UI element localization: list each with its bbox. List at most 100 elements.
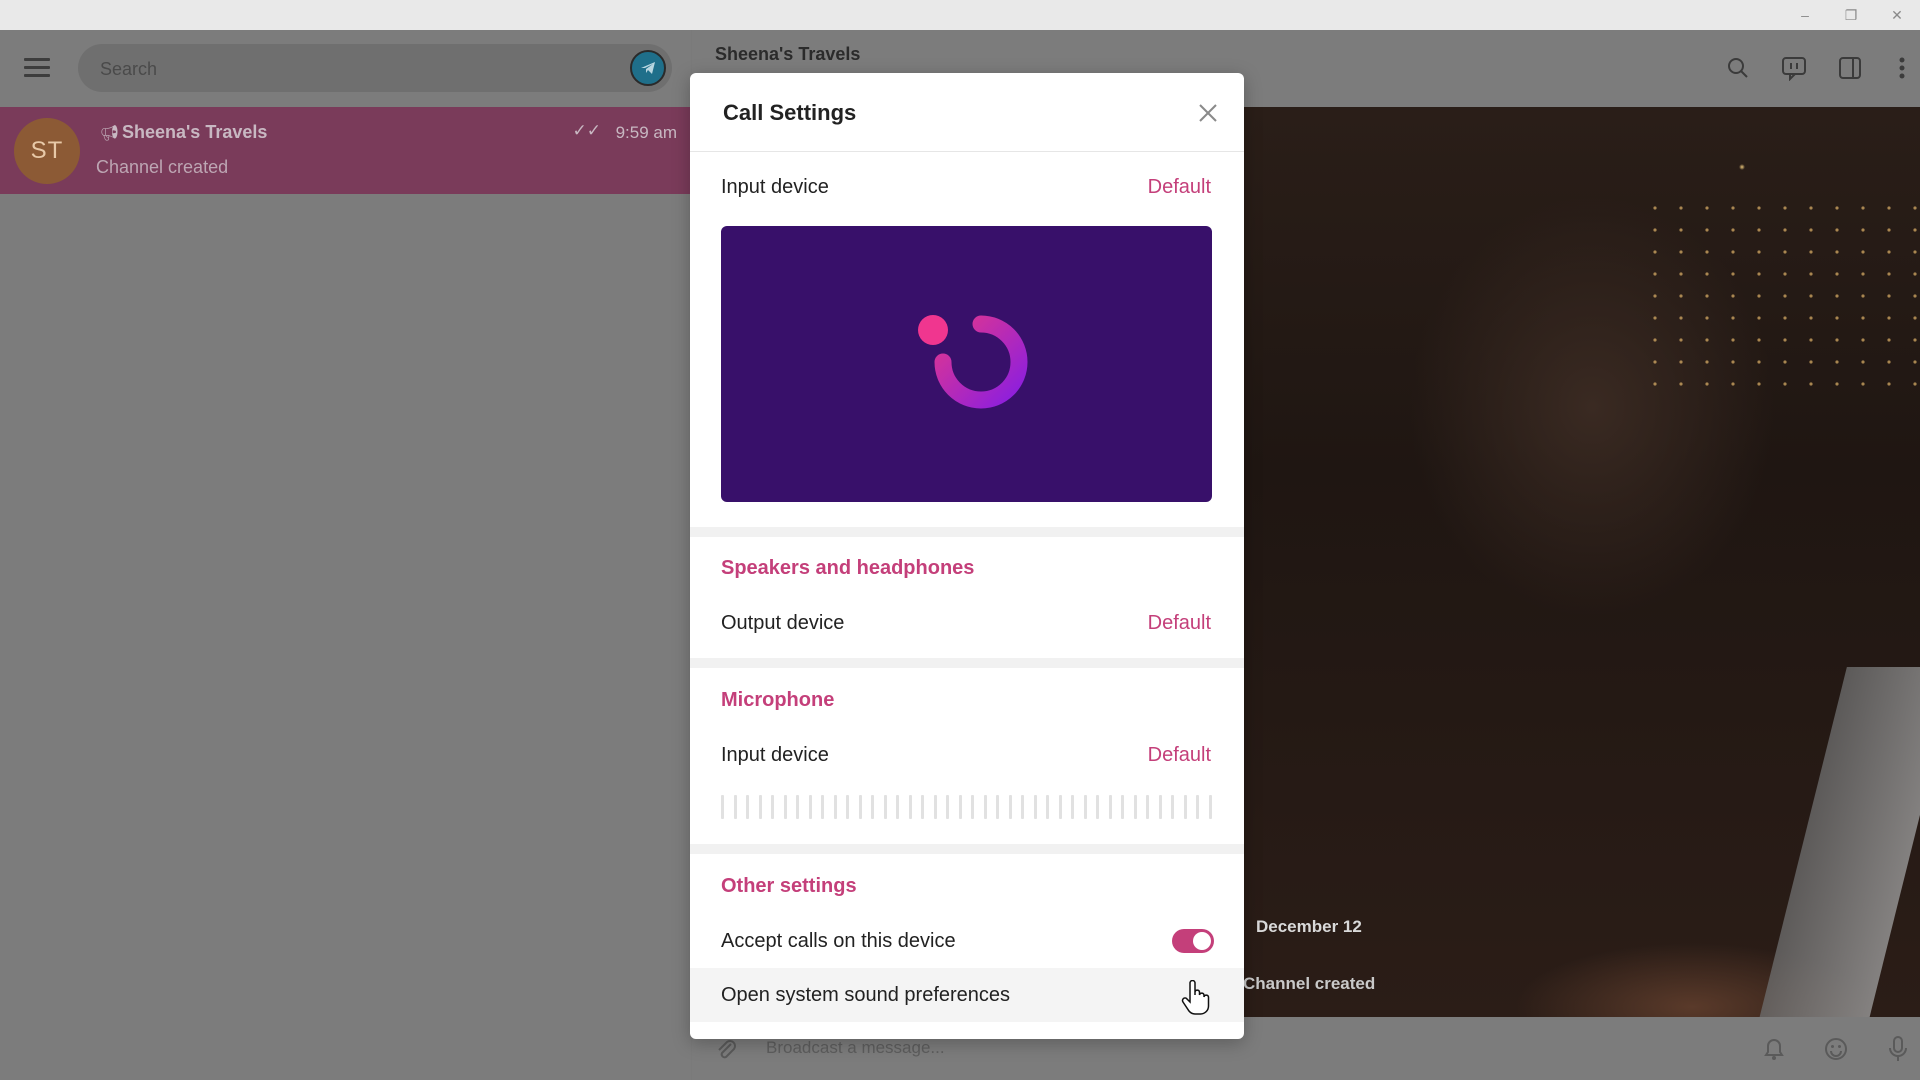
microphone-input-value[interactable]: Default [1148,744,1211,767]
message-input[interactable]: Broadcast a message... [766,1038,945,1058]
other-settings-title: Other settings [721,875,857,897]
meter-bar [996,795,999,819]
meter-bar [1158,795,1162,819]
bell-icon[interactable] [1760,1035,1788,1063]
telegram-logo-icon[interactable] [630,50,666,86]
meter-bar [933,795,937,819]
meter-bar [758,795,762,819]
meter-bar [846,795,849,819]
meter-bar [1008,795,1012,819]
camera-input-row[interactable]: Input device Default [690,160,1244,214]
dialog-divider [690,151,1244,152]
accept-calls-label: Accept calls on this device [721,930,956,952]
service-message: Channel created [1243,974,1376,993]
chat-name: Sheena's Travels [122,122,268,142]
microphone-level-meter [721,795,1212,819]
meter-bar [1058,795,1062,819]
microphone-section-title: Microphone [721,689,835,711]
dialog-title: Call Settings [723,100,857,125]
section-separator [690,844,1244,854]
accept-calls-toggle[interactable] [1172,929,1214,953]
open-sound-preferences-label: Open system sound preferences [721,984,1011,1006]
meter-bar [896,795,899,819]
meter-bar [858,795,862,819]
more-vertical-icon[interactable] [1888,54,1916,82]
microphone-input-label: Input device [721,744,829,766]
chat-title[interactable]: Sheena's Travels [715,44,860,65]
search-input[interactable]: Search [78,44,672,92]
megaphone-icon: 📢︎ [100,125,120,142]
call-settings-dialog: Call Settings Input device Default Speak… [690,73,1244,1039]
camera-input-value[interactable]: Default [1148,176,1211,199]
search-icon[interactable] [1724,54,1752,82]
chat-list-header: Search [0,30,691,107]
meter-bar [1208,795,1212,819]
bokeh-lights [1642,197,1920,397]
chat-preview: Channel created [96,157,229,177]
camera-preview [721,226,1212,502]
close-icon[interactable] [1196,101,1220,125]
open-sound-preferences-row[interactable]: Open system sound preferences [690,968,1244,1022]
speakers-section-title: Speakers and headphones [721,557,975,579]
meter-bar [883,795,887,819]
meter-bar [1046,795,1049,819]
double-check-icon: ✓✓ [572,121,602,140]
meter-bar [808,795,812,819]
meter-bar [746,795,749,819]
meter-bar [1083,795,1087,819]
window-titlebar: – ❐ ✕ [0,0,1920,30]
section-separator [690,658,1244,668]
minimize-button[interactable]: – [1782,0,1828,30]
meter-bar [1121,795,1124,819]
meter-bar [1146,795,1149,819]
loading-spinner-icon [918,315,1028,409]
meter-bar [1096,795,1099,819]
chat-list-item[interactable]: ST 📢︎ Sheena's Travels ✓✓ 9:59 am Channe… [0,107,691,194]
meter-bar [1196,795,1199,819]
search-placeholder: Search [100,59,158,79]
microphone-icon[interactable] [1884,1035,1912,1063]
restore-button[interactable]: ❐ [1828,0,1874,30]
toggle-knob [1193,932,1211,950]
meter-bar [821,795,824,819]
hand-cursor-icon [1180,979,1210,1016]
chat-time: 9:59 am [615,123,677,142]
meter-bar [971,795,974,819]
meter-bar [1021,795,1024,819]
emoji-icon[interactable] [1822,1035,1850,1063]
output-device-value[interactable]: Default [1148,612,1211,635]
meter-bar [921,795,924,819]
menu-icon[interactable] [24,58,52,78]
output-device-row[interactable]: Output device Default [690,596,1244,650]
meter-bar [771,795,774,819]
meter-bar [946,795,949,819]
chat-list-pane: Search ST 📢︎ Sheena's Travels ✓✓ 9:59 am… [0,30,691,1080]
meter-bar [1133,795,1137,819]
meter-bar [983,795,987,819]
meter-bar [908,795,912,819]
meter-bar [1033,795,1037,819]
laptop-shape [1757,667,1920,1027]
meter-bar [783,795,787,819]
section-separator [690,527,1244,537]
output-device-label: Output device [721,612,845,634]
meter-bar [833,795,837,819]
meter-bar [1183,795,1187,819]
meter-bar [733,795,737,819]
meter-bar [721,795,724,819]
accept-calls-row[interactable]: Accept calls on this device [690,914,1244,968]
meter-bar [1108,795,1112,819]
meter-bar [958,795,962,819]
meter-bar [1071,795,1074,819]
attach-icon[interactable] [712,1035,740,1063]
avatar: ST [14,118,80,184]
meter-bar [796,795,799,819]
video-chat-icon[interactable] [1780,54,1808,82]
close-window-button[interactable]: ✕ [1874,0,1920,30]
camera-input-label: Input device [721,176,829,198]
sidebar-toggle-icon[interactable] [1836,54,1864,82]
meter-bar [871,795,874,819]
meter-bar [1171,795,1174,819]
date-label: December 12 [1256,917,1362,936]
microphone-input-row[interactable]: Input device Default [690,728,1244,782]
